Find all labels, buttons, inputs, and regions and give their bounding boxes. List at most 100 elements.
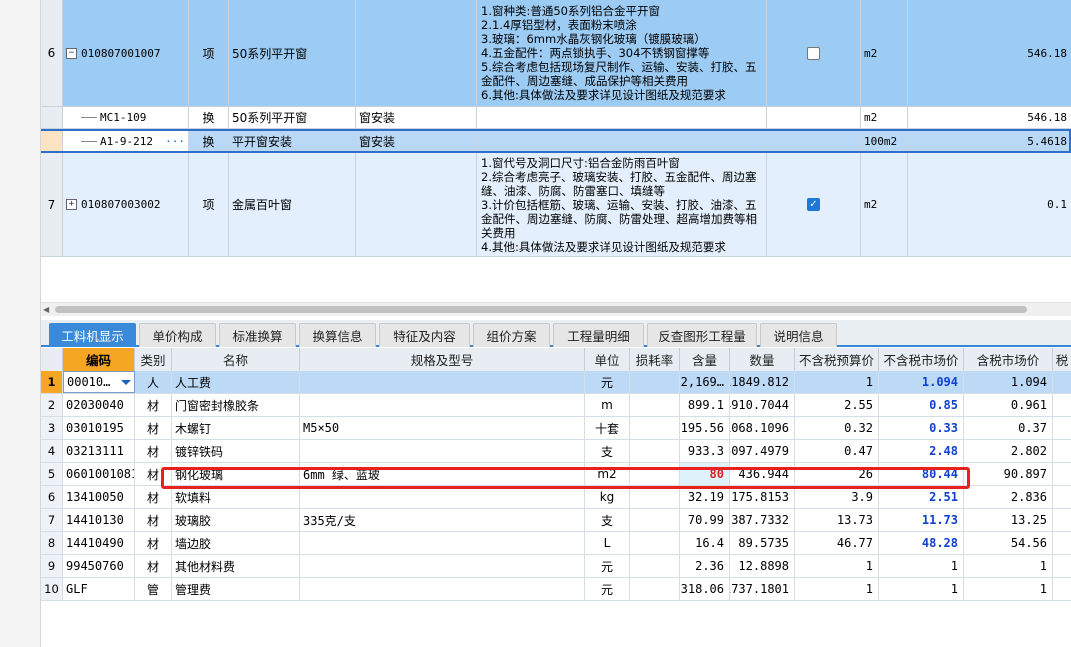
code-cell[interactable]: 02030040 — [63, 394, 135, 416]
tax-cell[interactable] — [1053, 486, 1071, 508]
tax-cell[interactable] — [1053, 417, 1071, 439]
name-cell[interactable]: 软填料 — [172, 486, 300, 508]
tax-cell[interactable] — [1053, 578, 1071, 600]
loss-rate-cell[interactable] — [630, 486, 680, 508]
tab-description[interactable]: 说明信息 — [760, 323, 837, 347]
checkbox-cell[interactable]: ✓ — [767, 153, 861, 256]
content-cell[interactable]: 933.3 — [680, 440, 730, 462]
tax-cell[interactable] — [1053, 509, 1071, 531]
loss-rate-cell[interactable] — [630, 532, 680, 554]
tax-market-cell[interactable]: 1 — [964, 578, 1053, 600]
sub-item-content[interactable]: 窗安装 — [356, 107, 477, 128]
spec-cell[interactable] — [300, 440, 585, 462]
resource-row[interactable]: 1 00010… 人人工费元 2,169… 11849.812 1 1.094 1.094 — [41, 371, 1071, 394]
pretax-budget-cell[interactable]: 1 — [795, 555, 879, 577]
header-pretax-market[interactable]: 不含税市场价 — [879, 348, 964, 371]
item-content[interactable] — [356, 153, 477, 256]
tab-unit-price-composition[interactable]: 单价构成 — [139, 323, 216, 347]
resource-row[interactable]: 4 03213111 材镀锌铁码 支 933.3 5097.4979 0.47 2.48 2.8… — [41, 440, 1071, 463]
pretax-budget-cell[interactable]: 46.77 — [795, 532, 879, 554]
bill-item-row[interactable]: 7 + 010807003002 项 金属百叶窗 1.窗代号及洞口尺寸:铝合金防… — [41, 153, 1071, 257]
tab-features-content[interactable]: 特征及内容 — [379, 323, 470, 347]
sub-item-code-cell[interactable]: MC1-109 — [63, 107, 189, 128]
quantity-cell[interactable]: 5097.4979 — [730, 440, 795, 462]
name-cell[interactable]: 钢化玻璃 — [172, 463, 300, 485]
name-cell[interactable]: 门窗密封橡胶条 — [172, 394, 300, 416]
pretax-market-cell[interactable]: 1.094 — [879, 371, 964, 393]
content-cell[interactable]: 80 — [680, 463, 730, 485]
sub-item-code-cell[interactable]: A1-9-212 ··· — [63, 131, 189, 151]
collapse-icon[interactable]: − — [66, 47, 77, 59]
unit-cell[interactable]: L — [585, 532, 630, 554]
item-name[interactable]: 50系列平开窗 — [229, 0, 356, 106]
code-cell[interactable]: 03010195 — [63, 417, 135, 439]
content-cell[interactable]: 2,169… — [680, 371, 730, 393]
tax-cell[interactable] — [1053, 532, 1071, 554]
content-cell[interactable]: 899.1 — [680, 394, 730, 416]
header-spec[interactable]: 规格及型号 — [300, 348, 585, 371]
tab-conversion-info[interactable]: 换算信息 — [299, 323, 376, 347]
loss-rate-cell[interactable] — [630, 555, 680, 577]
tax-market-cell[interactable]: 0.961 — [964, 394, 1053, 416]
tax-cell[interactable] — [1053, 463, 1071, 485]
item-code-cell[interactable]: + 010807003002 — [63, 153, 189, 256]
code-cell[interactable]: 14410490 — [63, 532, 135, 554]
pretax-budget-cell[interactable]: 26 — [795, 463, 879, 485]
horizontal-scrollbar[interactable]: ◀ — [41, 302, 1071, 316]
dropdown-arrow-icon[interactable] — [121, 379, 131, 385]
pretax-market-cell[interactable]: 1 — [879, 578, 964, 600]
header-unit[interactable]: 单位 — [585, 348, 630, 371]
category-cell[interactable]: 人 — [135, 371, 172, 393]
loss-rate-cell[interactable] — [630, 509, 680, 531]
name-cell[interactable]: 木螺钉 — [172, 417, 300, 439]
pretax-market-cell[interactable]: 11.73 — [879, 509, 964, 531]
item-features[interactable]: 1.窗代号及洞口尺寸:铝合金防雨百叶窗 2.综合考虑亮子、玻璃安装、打胶、五金配… — [477, 153, 767, 256]
quantity-cell[interactable]: 1068.1096 — [730, 417, 795, 439]
code-cell[interactable]: 14410130 — [63, 509, 135, 531]
pretax-budget-cell[interactable]: 3.9 — [795, 486, 879, 508]
tab-pricing-scheme[interactable]: 组价方案 — [473, 323, 550, 347]
unit-cell[interactable]: 十套 — [585, 417, 630, 439]
loss-rate-cell[interactable] — [630, 578, 680, 600]
spec-cell[interactable] — [300, 532, 585, 554]
pretax-budget-cell[interactable]: 0.32 — [795, 417, 879, 439]
unit-cell[interactable]: 元 — [585, 371, 630, 393]
content-cell[interactable]: 195.56 — [680, 417, 730, 439]
item-code-cell[interactable]: − 010807001007 — [63, 0, 189, 106]
checkbox-cell[interactable] — [767, 0, 861, 106]
header-category[interactable]: 类别 — [135, 348, 172, 371]
sub-item-row[interactable]: MC1-109 换 50系列平开窗 窗安装 m2 546.18 — [41, 107, 1071, 129]
category-cell[interactable]: 材 — [135, 463, 172, 485]
code-cell[interactable]: 0601001081 — [63, 463, 135, 485]
tax-market-cell[interactable]: 13.25 — [964, 509, 1053, 531]
pretax-market-cell[interactable]: 0.33 — [879, 417, 964, 439]
content-cell[interactable]: 16.4 — [680, 532, 730, 554]
category-cell[interactable]: 材 — [135, 509, 172, 531]
tax-market-cell[interactable]: 90.897 — [964, 463, 1053, 485]
loss-rate-cell[interactable] — [630, 394, 680, 416]
name-cell[interactable]: 其他材料费 — [172, 555, 300, 577]
pretax-market-cell[interactable]: 80.44 — [879, 463, 964, 485]
code-cell[interactable]: 00010… — [63, 371, 135, 393]
scroll-left-icon[interactable]: ◀ — [43, 305, 49, 314]
name-cell[interactable]: 镀锌铁码 — [172, 440, 300, 462]
quantity-cell[interactable]: 387.7332 — [730, 509, 795, 531]
tax-market-cell[interactable]: 1.094 — [964, 371, 1053, 393]
spec-cell[interactable] — [300, 394, 585, 416]
resource-row[interactable]: 2 02030040 材门窗密封橡胶条 m 899.1 4910.7044 2.55 0.85… — [41, 394, 1071, 417]
tab-reverse-graphic-quantity[interactable]: 反查图形工程量 — [647, 323, 757, 347]
tax-cell[interactable] — [1053, 440, 1071, 462]
sub-item-name[interactable]: 平开窗安装 — [229, 131, 356, 151]
checkbox-unchecked[interactable] — [807, 46, 820, 60]
spec-cell[interactable] — [300, 486, 585, 508]
tax-cell[interactable] — [1053, 371, 1071, 393]
item-content[interactable] — [356, 0, 477, 106]
header-tax[interactable]: 税 — [1053, 348, 1071, 371]
resource-row[interactable]: 7 14410130 材玻璃胶 335克/支支 70.99 387.7332 13.73 11… — [41, 509, 1071, 532]
header-loss-rate[interactable]: 损耗率 — [630, 348, 680, 371]
pretax-market-cell[interactable]: 1 — [879, 555, 964, 577]
expand-icon[interactable]: + — [66, 199, 77, 210]
unit-cell[interactable]: 支 — [585, 440, 630, 462]
header-name[interactable]: 名称 — [172, 348, 300, 371]
spec-cell[interactable] — [300, 555, 585, 577]
